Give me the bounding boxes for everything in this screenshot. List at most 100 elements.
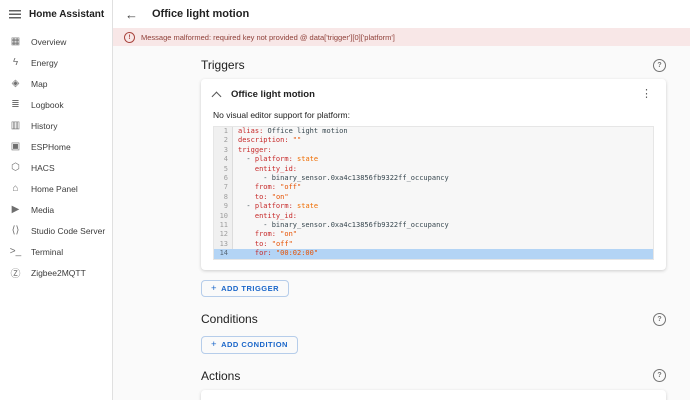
zigbee-icon: Ⓩ bbox=[9, 265, 22, 280]
sidebar-item-terminal[interactable]: >_ Terminal bbox=[0, 241, 112, 262]
sidebar-item-zigbee2mqtt[interactable]: Ⓩ Zigbee2MQTT bbox=[0, 262, 112, 283]
help-icon[interactable]: ? bbox=[653, 313, 666, 326]
add-condition-label: ADD CONDITION bbox=[221, 340, 288, 349]
play-icon: ▶ bbox=[9, 204, 22, 215]
line-number: 6 bbox=[214, 174, 233, 183]
menu-icon[interactable] bbox=[9, 10, 21, 19]
sidebar-item-label: Terminal bbox=[31, 247, 63, 257]
add-trigger-label: ADD TRIGGER bbox=[221, 284, 279, 293]
app-window: Home Assistant ▦ Overview ϟ Energy ◈ Map… bbox=[0, 0, 690, 400]
line-content: - binary_sensor.0xa4c13856fb9322ff_occup… bbox=[233, 221, 653, 230]
help-icon[interactable]: ? bbox=[653, 369, 666, 382]
line-number: 14 bbox=[214, 249, 233, 258]
sidebar-item-label: Map bbox=[31, 79, 48, 89]
chevron-up-icon[interactable] bbox=[212, 91, 222, 101]
sidebar-item-label: Overview bbox=[31, 37, 66, 47]
line-number: 5 bbox=[214, 165, 233, 174]
code-line-2[interactable]: 2description: "" bbox=[214, 136, 653, 145]
sidebar-item-label: History bbox=[31, 121, 57, 131]
sidebar-item-studio-code-server[interactable]: ⟨⟩ Studio Code Server bbox=[0, 220, 112, 241]
line-content: description: "" bbox=[233, 136, 653, 145]
sidebar-item-label: ESPHome bbox=[31, 142, 71, 152]
actions-heading: Actions bbox=[201, 369, 240, 383]
sidebar-item-esphome[interactable]: ▣ ESPHome bbox=[0, 136, 112, 157]
line-number: 4 bbox=[214, 155, 233, 164]
alert-icon: ! bbox=[124, 32, 135, 43]
code-line-12[interactable]: 12 from: "on" bbox=[214, 230, 653, 239]
code-line-11[interactable]: 11 - binary_sensor.0xa4c13856fb9322ff_oc… bbox=[214, 221, 653, 230]
sidebar-item-energy[interactable]: ϟ Energy bbox=[0, 52, 112, 73]
conditions-heading: Conditions bbox=[201, 312, 258, 326]
line-number: 9 bbox=[214, 202, 233, 211]
code-line-6[interactable]: 6 - binary_sensor.0xa4c13856fb9322ff_occ… bbox=[214, 174, 653, 183]
code-line-10[interactable]: 10 entity_id: bbox=[214, 212, 653, 221]
line-number: 13 bbox=[214, 240, 233, 249]
sidebar-header: Home Assistant bbox=[0, 0, 112, 28]
sidebar-item-logbook[interactable]: ≣ Logbook bbox=[0, 94, 112, 115]
code-line-4[interactable]: 4 - platform: state bbox=[214, 155, 653, 164]
map-icon: ◈ bbox=[9, 78, 22, 89]
sidebar-item-label: Logbook bbox=[31, 100, 64, 110]
triggers-heading: Triggers bbox=[201, 58, 245, 72]
line-number: 7 bbox=[214, 183, 233, 192]
help-icon[interactable]: ? bbox=[653, 59, 666, 72]
sidebar-item-label: Media bbox=[31, 205, 54, 215]
kebab-menu-icon[interactable]: ⋮ bbox=[639, 89, 654, 100]
code-line-8[interactable]: 8 to: "on" bbox=[214, 193, 653, 202]
line-content: trigger: bbox=[233, 146, 653, 155]
add-trigger-button[interactable]: + ADD TRIGGER bbox=[201, 280, 289, 298]
line-number: 1 bbox=[214, 127, 233, 136]
line-content: alias: Office light motion bbox=[233, 127, 653, 136]
actions-heading-row: Actions ? bbox=[201, 369, 666, 383]
chip-icon: ▣ bbox=[9, 141, 22, 152]
page-title: Office light motion bbox=[152, 8, 249, 20]
trigger-card-header: Office light motion ⋮ bbox=[213, 87, 654, 102]
add-condition-button[interactable]: + ADD CONDITION bbox=[201, 336, 298, 354]
sidebar-item-label: Energy bbox=[31, 58, 58, 68]
line-number: 11 bbox=[214, 221, 233, 230]
line-content: - binary_sensor.0xa4c13856fb9322ff_occup… bbox=[233, 174, 653, 183]
line-content: to: "off" bbox=[233, 240, 653, 249]
line-content: from: "on" bbox=[233, 230, 653, 239]
line-content: from: "off" bbox=[233, 183, 653, 192]
line-number: 10 bbox=[214, 212, 233, 221]
line-number: 8 bbox=[214, 193, 233, 202]
action-card: Choose between 3 actions ⋮ bbox=[201, 390, 666, 400]
conditions-section: Conditions ? + ADD CONDITION bbox=[201, 312, 666, 356]
sidebar-item-label: Zigbee2MQTT bbox=[31, 268, 86, 278]
code-line-9[interactable]: 9 - platform: state bbox=[214, 202, 653, 211]
yaml-editor[interactable]: 1alias: Office light motion2description:… bbox=[213, 126, 654, 260]
code-line-3[interactable]: 3trigger: bbox=[214, 146, 653, 155]
home-icon: ⌂ bbox=[9, 183, 22, 194]
back-icon[interactable]: ← bbox=[125, 8, 138, 21]
code-line-13[interactable]: 13 to: "off" bbox=[214, 240, 653, 249]
sidebar-item-map[interactable]: ◈ Map bbox=[0, 73, 112, 94]
line-content: - platform: state bbox=[233, 155, 653, 164]
sidebar-item-history[interactable]: ▥ History bbox=[0, 115, 112, 136]
code-line-1[interactable]: 1alias: Office light motion bbox=[214, 127, 653, 136]
sidebar-nav: ▦ Overview ϟ Energy ◈ Map ≣ Logbook ▥ Hi… bbox=[0, 28, 112, 283]
code-line-5[interactable]: 5 entity_id: bbox=[214, 165, 653, 174]
topbar: ← Office light motion bbox=[113, 0, 690, 28]
sidebar-item-overview[interactable]: ▦ Overview bbox=[0, 31, 112, 52]
triggers-section: Triggers ? Office light motion ⋮ No visu… bbox=[201, 58, 666, 299]
sidebar-item-home-panel[interactable]: ⌂ Home Panel bbox=[0, 178, 112, 199]
view-dashboard-icon: ▦ bbox=[9, 36, 22, 47]
trigger-card-title: Office light motion bbox=[231, 89, 315, 100]
main-area: ← Office light motion ! Message malforme… bbox=[113, 0, 690, 400]
sidebar-item-media[interactable]: ▶ Media bbox=[0, 199, 112, 220]
code-line-7[interactable]: 7 from: "off" bbox=[214, 183, 653, 192]
sidebar: Home Assistant ▦ Overview ϟ Energy ◈ Map… bbox=[0, 0, 113, 400]
content: Triggers ? Office light motion ⋮ No visu… bbox=[113, 46, 690, 400]
no-visual-editor-note: No visual editor support for platform: bbox=[213, 110, 654, 120]
line-number: 12 bbox=[214, 230, 233, 239]
code-line-14[interactable]: 14 for: "00:02:00" bbox=[214, 249, 653, 258]
terminal-icon: >_ bbox=[9, 246, 22, 257]
error-banner-text: Message malformed: required key not prov… bbox=[141, 33, 395, 42]
line-content: - platform: state bbox=[233, 202, 653, 211]
sidebar-item-hacs[interactable]: ⬡ HACS bbox=[0, 157, 112, 178]
plus-icon: + bbox=[211, 284, 217, 294]
logbook-list-icon: ≣ bbox=[9, 99, 22, 110]
plus-icon: + bbox=[211, 340, 217, 350]
line-number: 3 bbox=[214, 146, 233, 155]
